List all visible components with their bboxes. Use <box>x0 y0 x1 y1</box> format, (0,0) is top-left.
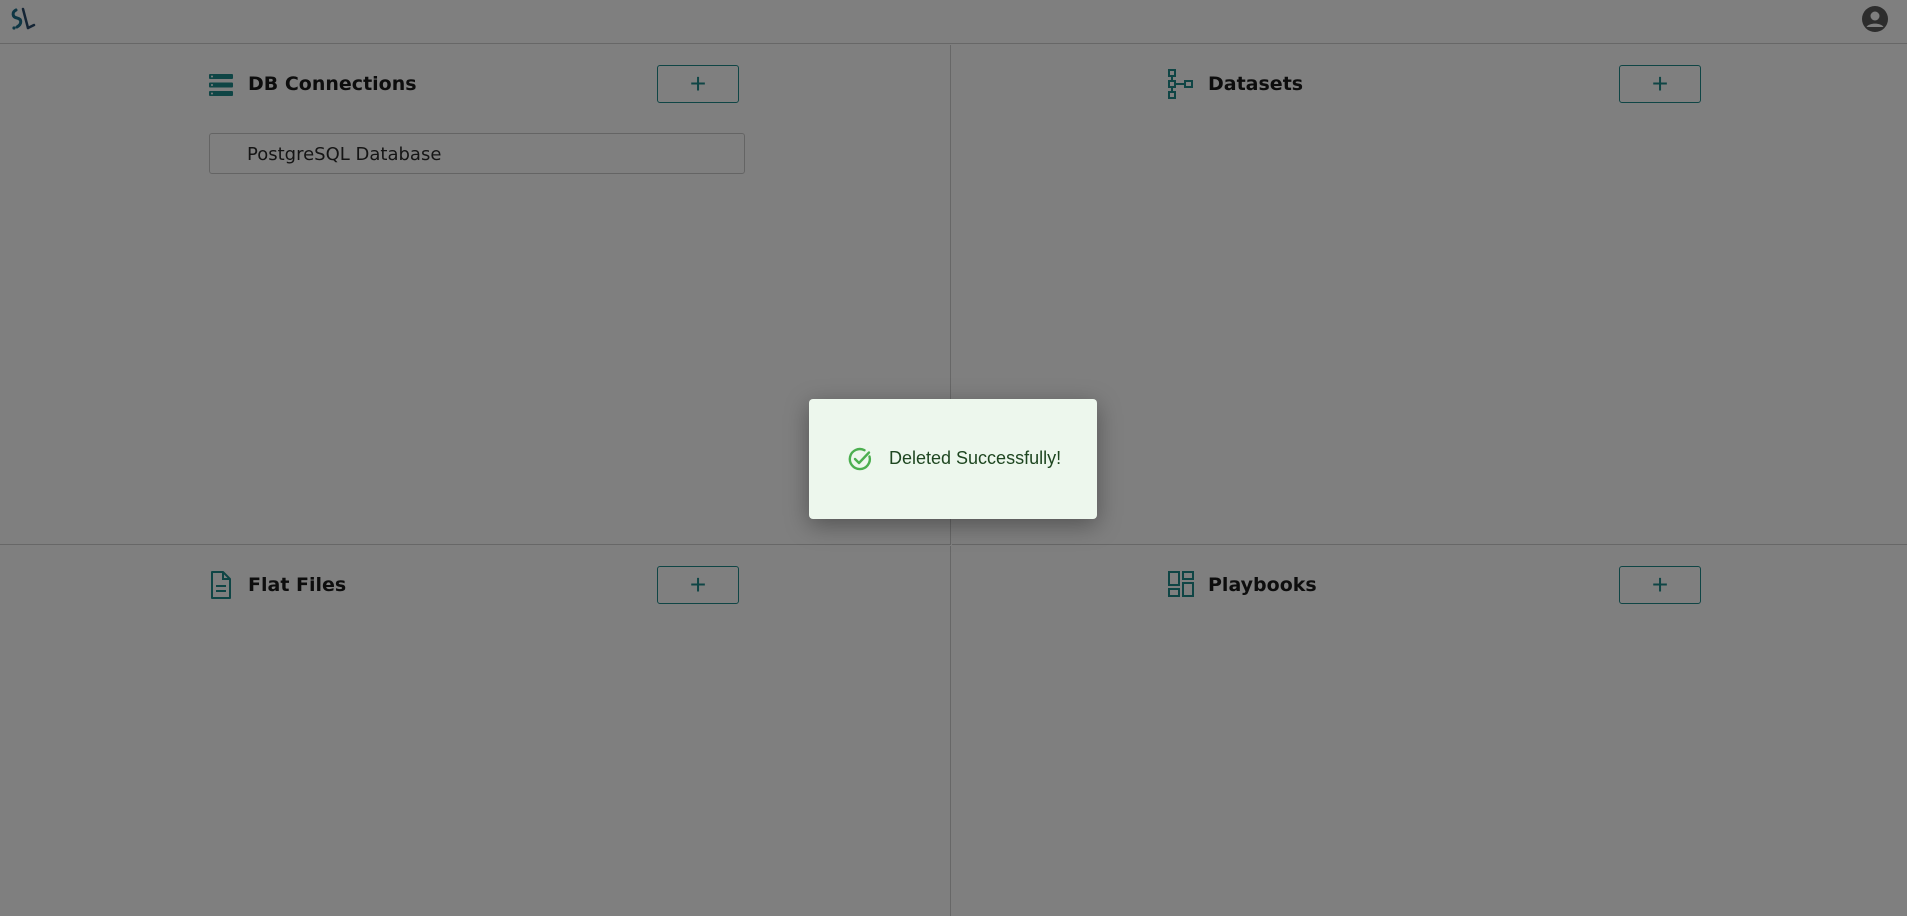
toast-message: Deleted Successfully! <box>889 448 1062 468</box>
success-toast: Deleted Successfully! <box>809 399 1097 519</box>
check-circle-icon <box>847 446 873 472</box>
